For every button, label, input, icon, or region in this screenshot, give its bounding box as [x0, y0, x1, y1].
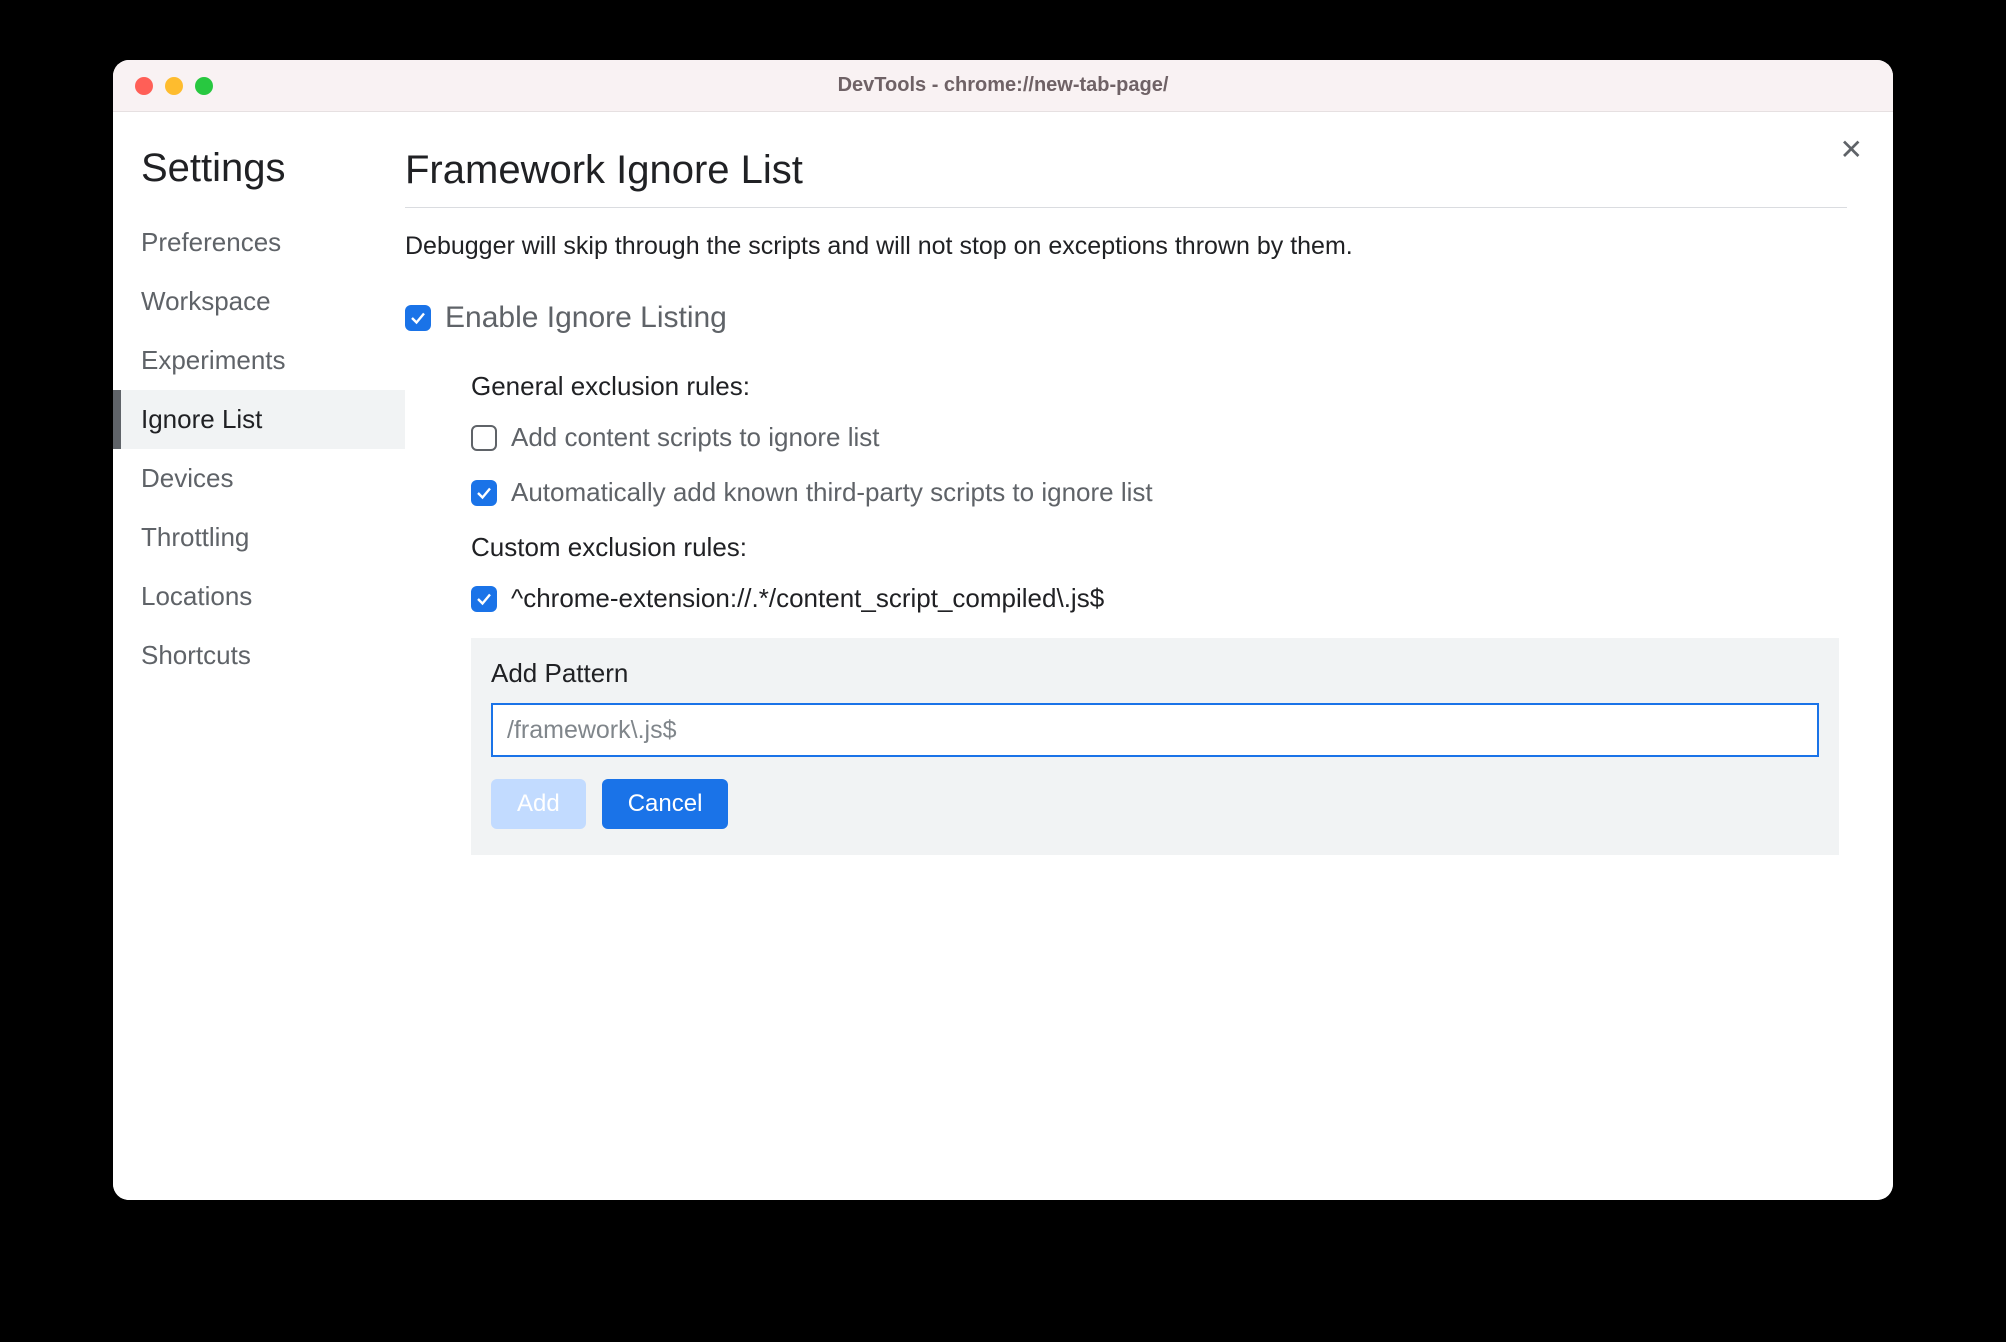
sidebar-item-experiments[interactable]: Experiments [113, 331, 405, 390]
page-title: Framework Ignore List [405, 148, 1847, 208]
sidebar-item-ignore-list[interactable]: Ignore List [113, 390, 405, 449]
content-scripts-checkbox[interactable] [471, 425, 497, 451]
window-minimize-button[interactable] [165, 77, 183, 95]
enable-ignore-listing-checkbox[interactable] [405, 305, 431, 331]
sidebar-item-shortcuts[interactable]: Shortcuts [113, 626, 405, 685]
third-party-scripts-label: Automatically add known third-party scri… [511, 477, 1153, 508]
window-titlebar: DevTools - chrome://new-tab-page/ [113, 60, 1893, 112]
cancel-button[interactable]: Cancel [602, 779, 729, 829]
settings-main: Framework Ignore List Debugger will skip… [405, 112, 1893, 1200]
add-pattern-input[interactable] [491, 703, 1819, 757]
sidebar-item-preferences[interactable]: Preferences [113, 213, 405, 272]
general-exclusion-heading: General exclusion rules: [471, 371, 1847, 402]
enable-ignore-listing-row[interactable]: Enable Ignore Listing [405, 301, 1847, 335]
sidebar-item-workspace[interactable]: Workspace [113, 272, 405, 331]
add-button[interactable]: Add [491, 779, 586, 829]
content-scripts-row[interactable]: Add content scripts to ignore list [471, 422, 1847, 453]
window-title: DevTools - chrome://new-tab-page/ [113, 74, 1893, 97]
general-exclusion-section: General exclusion rules: Add content scr… [405, 371, 1847, 508]
window-close-button[interactable] [135, 77, 153, 95]
traffic-lights [113, 77, 213, 95]
sidebar-item-locations[interactable]: Locations [113, 567, 405, 626]
check-icon [409, 309, 427, 327]
content-scripts-label: Add content scripts to ignore list [511, 422, 880, 453]
enable-ignore-listing-label: Enable Ignore Listing [445, 301, 727, 335]
third-party-scripts-checkbox[interactable] [471, 480, 497, 506]
add-pattern-buttons: Add Cancel [491, 779, 1819, 829]
add-pattern-label: Add Pattern [491, 658, 1819, 689]
settings-sidebar: Settings Preferences Workspace Experimen… [113, 112, 405, 1200]
custom-rule-0-row[interactable]: ^chrome-extension://.*/content_script_co… [471, 583, 1847, 614]
check-icon [475, 590, 493, 608]
page-description: Debugger will skip through the scripts a… [405, 232, 1847, 261]
sidebar-item-throttling[interactable]: Throttling [113, 508, 405, 567]
custom-exclusion-section: Custom exclusion rules: ^chrome-extensio… [405, 532, 1847, 614]
devtools-window: DevTools - chrome://new-tab-page/ ✕ Sett… [113, 60, 1893, 1200]
window-zoom-button[interactable] [195, 77, 213, 95]
custom-exclusion-heading: Custom exclusion rules: [471, 532, 1847, 563]
sidebar-title: Settings [113, 146, 405, 213]
custom-rule-0-checkbox[interactable] [471, 586, 497, 612]
close-icon[interactable]: ✕ [1840, 136, 1863, 164]
custom-rule-0-label: ^chrome-extension://.*/content_script_co… [511, 583, 1104, 614]
sidebar-item-devices[interactable]: Devices [113, 449, 405, 508]
add-pattern-panel: Add Pattern Add Cancel [471, 638, 1839, 855]
check-icon [475, 484, 493, 502]
settings-body: ✕ Settings Preferences Workspace Experim… [113, 112, 1893, 1200]
third-party-scripts-row[interactable]: Automatically add known third-party scri… [471, 477, 1847, 508]
